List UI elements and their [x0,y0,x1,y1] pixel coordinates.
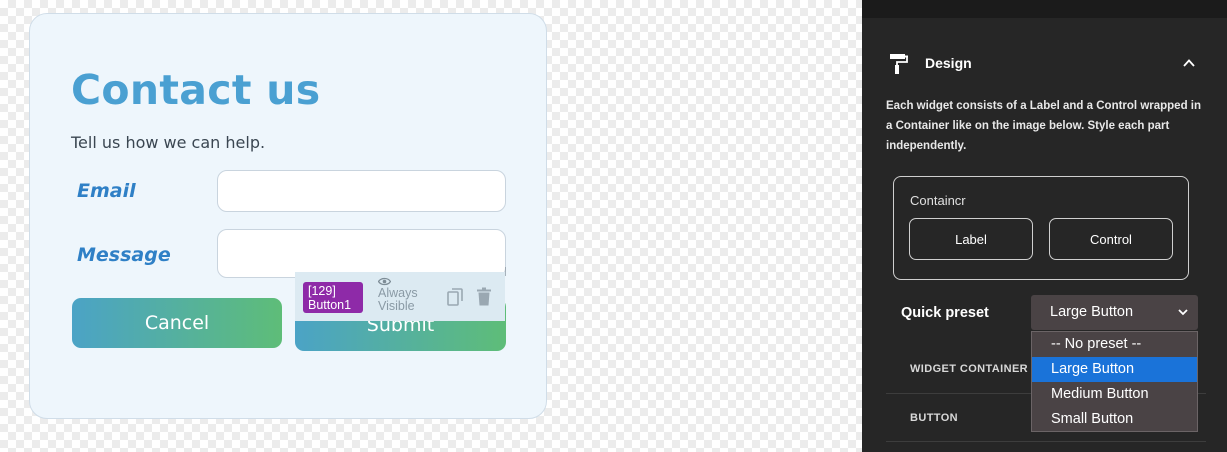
form-subtitle: Tell us how we can help. [71,133,266,152]
eye-icon [378,277,391,286]
widget-name: Button1 [308,298,352,312]
trash-icon[interactable] [476,287,492,306]
preset-option-none[interactable]: -- No preset -- [1032,332,1197,357]
contact-form-card: Contact us Tell us how we can help. Emai… [29,13,547,419]
form-title: Contact us [71,66,321,114]
widget-id-tag[interactable]: [129] Button1 [303,282,363,313]
preset-option-small[interactable]: Small Button [1032,407,1197,432]
control-part-button[interactable]: Control [1049,218,1173,260]
container-caption: Containcr [910,193,966,208]
widget-structure-diagram: Containcr Label Control [893,176,1189,280]
row-divider [886,441,1206,442]
preset-option-medium[interactable]: Medium Button [1032,382,1197,407]
email-label: Email [77,180,136,202]
preset-dropdown-list: -- No preset -- Large Button Medium Butt… [1031,331,1198,432]
cancel-button[interactable]: Cancel [72,298,282,348]
message-input[interactable] [217,229,506,278]
label-part-button[interactable]: Label [909,218,1033,260]
quick-preset-select[interactable]: Large Button [1031,295,1198,330]
widget-container-row[interactable]: WIDGET CONTAINER [910,363,1028,375]
email-input[interactable] [217,170,506,212]
button-row[interactable]: BUTTON [910,412,958,424]
widget-id: [129] [308,284,336,298]
copy-icon[interactable] [447,288,463,306]
chevron-up-icon[interactable] [1182,56,1196,70]
section-description: Each widget consists of a Label and a Co… [886,100,1202,152]
widget-toolbar: [129] Button1 Always Visible [295,272,505,321]
quick-preset-value: Large Button [1050,304,1134,320]
message-label: Message [77,244,171,266]
chevron-down-icon [1178,309,1188,316]
visibility-toggle[interactable]: Always Visible [378,277,438,313]
visibility-text-2: Visible [378,299,415,313]
section-title: Design [925,55,972,71]
quick-preset-label: Quick preset [901,305,989,321]
panel-topbar [862,0,1227,18]
preset-option-large[interactable]: Large Button [1032,357,1197,382]
paint-roller-icon [890,54,908,74]
design-canvas: Contact us Tell us how we can help. Emai… [0,0,862,452]
visibility-text-1: Always [378,286,418,300]
